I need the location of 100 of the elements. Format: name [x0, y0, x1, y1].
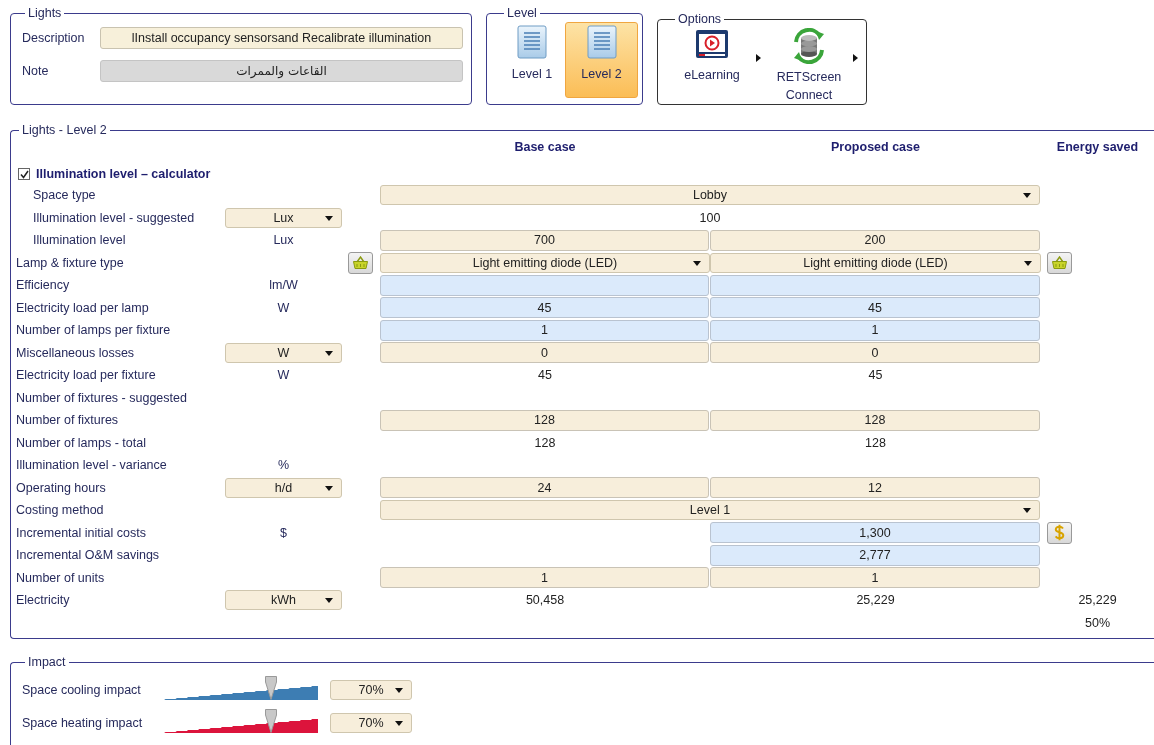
row-label: Electricity: [16, 593, 71, 608]
panel-title: Level: [506, 6, 538, 20]
basket-button[interactable]: [1047, 251, 1072, 274]
row-label: Number of units: [16, 570, 106, 585]
row-label: Incremental O&M savings: [16, 548, 161, 563]
unit-text: $: [280, 525, 287, 540]
unit-dropdown[interactable]: h/d: [225, 477, 342, 498]
input-field[interactable]: 0: [380, 342, 709, 364]
input-field[interactable]: 700: [380, 229, 709, 251]
dropdown-arrow-icon: [1023, 508, 1031, 514]
row-label: Illumination level - suggested: [32, 210, 196, 225]
row-label: Lamp & fixture type: [16, 255, 125, 270]
column-header: Energy saved: [1055, 140, 1140, 156]
level-button[interactable]: Level 1: [501, 22, 563, 98]
input-field[interactable]: 1: [710, 567, 1040, 589]
row-label: Number of fixtures - suggested: [16, 390, 188, 405]
input-field[interactable]: 1: [380, 567, 709, 589]
slider-thumb[interactable]: [264, 708, 277, 733]
value-text: 45: [537, 368, 553, 383]
panel-title: Impact: [27, 655, 67, 669]
checkbox-label: Illumination level – calculator: [36, 167, 211, 181]
row-label: Electricity load per lamp: [16, 300, 150, 315]
unit-text: %: [277, 458, 290, 473]
input-field[interactable]: 1: [380, 319, 709, 341]
unit-text: W: [277, 368, 290, 383]
input-field[interactable]: 0: [710, 342, 1040, 364]
slider-thumb[interactable]: [264, 675, 277, 700]
dropdown[interactable]: Level 1: [380, 500, 1040, 521]
basket-icon: [1052, 256, 1067, 270]
dropdown-arrow-icon: [395, 720, 403, 726]
unit-text: lm/W: [269, 278, 298, 293]
saved-value: 50%: [1085, 615, 1110, 630]
dropdown-arrow-icon: [325, 598, 333, 604]
row-label: Illumination level - variance: [16, 458, 168, 473]
input-field[interactable]: 45: [380, 297, 709, 319]
row-label: Costing method: [16, 503, 105, 518]
unit-dropdown[interactable]: kWh: [225, 590, 342, 611]
option-button[interactable]: RETScreen Connect: [769, 28, 849, 104]
input-field[interactable]: 24: [380, 477, 709, 499]
column-header: Proposed case: [830, 140, 921, 156]
dropdown-arrow-icon: [693, 260, 701, 266]
input-field[interactable]: [710, 274, 1040, 296]
unit-dropdown[interactable]: W: [225, 342, 342, 363]
checkbox[interactable]: [18, 168, 30, 180]
dollar-icon: [1054, 524, 1065, 542]
level-button[interactable]: Level 2: [565, 22, 638, 98]
value-text: 45: [867, 368, 884, 383]
impact-label: Space heating impact: [22, 715, 144, 730]
input-field[interactable]: 200: [710, 229, 1040, 251]
dropdown-arrow-icon: [325, 215, 333, 221]
input-field[interactable]: 2,777: [710, 544, 1040, 566]
value-text: 100: [698, 210, 722, 225]
row-label: Number of fixtures: [16, 413, 120, 428]
percent-dropdown[interactable]: 70%: [330, 679, 412, 700]
dropdown-arrow-icon: [1023, 193, 1031, 199]
dropdown[interactable]: Light emitting diode (LED): [710, 252, 1041, 273]
input-field[interactable]: 128: [380, 409, 709, 431]
dropdown-arrow-icon: [325, 485, 333, 491]
percent-dropdown[interactable]: 70%: [330, 712, 412, 733]
panel-title: Lights - Level 2: [21, 123, 108, 137]
dropdown-arrow-icon: [1024, 260, 1032, 266]
dropdown-arrow-icon: [395, 687, 403, 693]
panel-title: Lights: [27, 6, 63, 20]
basket-button[interactable]: [348, 251, 373, 274]
dropdown-arrow-icon: [325, 350, 333, 356]
row-label: Number of lamps per fixture: [16, 323, 172, 338]
input-field[interactable]: [380, 274, 709, 296]
unit-text: Lux: [273, 233, 294, 248]
row-label: Miscellaneous losses: [16, 345, 136, 360]
field-label: Note: [22, 63, 50, 78]
value-text: 25,229: [855, 593, 896, 608]
impact-label: Space cooling impact: [22, 682, 142, 697]
basket-icon: [353, 256, 368, 270]
value-text: 128: [533, 435, 557, 450]
input-field[interactable]: 128: [710, 409, 1040, 431]
input-field[interactable]: 1,300: [710, 522, 1040, 544]
dropdown[interactable]: Lobby: [380, 185, 1040, 206]
input-field[interactable]: 45: [710, 297, 1040, 319]
value-text: 50,458: [524, 593, 566, 608]
input-field[interactable]: 12: [710, 477, 1040, 499]
caret-icon: [756, 54, 761, 62]
dropdown[interactable]: Light emitting diode (LED): [380, 252, 710, 273]
dollar-button[interactable]: [1047, 521, 1072, 544]
field-label: Description: [22, 30, 86, 45]
unit-dropdown[interactable]: Lux: [225, 207, 342, 228]
saved-value: 25,229: [1078, 593, 1117, 608]
row-label: Efficiency: [16, 278, 71, 293]
input-field[interactable]: 1: [710, 319, 1040, 341]
row-label: Illumination level: [32, 233, 127, 248]
description-field[interactable]: lInstall occupancy sensorsand Recalibrate illumination: [100, 26, 463, 49]
check-icon: [19, 169, 29, 179]
document-icon: [517, 25, 547, 59]
note-field[interactable]: القاعات والممرات: [100, 59, 463, 82]
caret-icon: [853, 54, 858, 62]
row-label: Number of lamps - total: [16, 435, 147, 450]
option-button[interactable]: eLearning: [672, 28, 752, 84]
value-text: 128: [864, 435, 887, 450]
row-label: Incremental initial costs: [16, 525, 147, 540]
row-label: Space type: [32, 188, 97, 203]
panel-title: Options: [677, 12, 723, 26]
